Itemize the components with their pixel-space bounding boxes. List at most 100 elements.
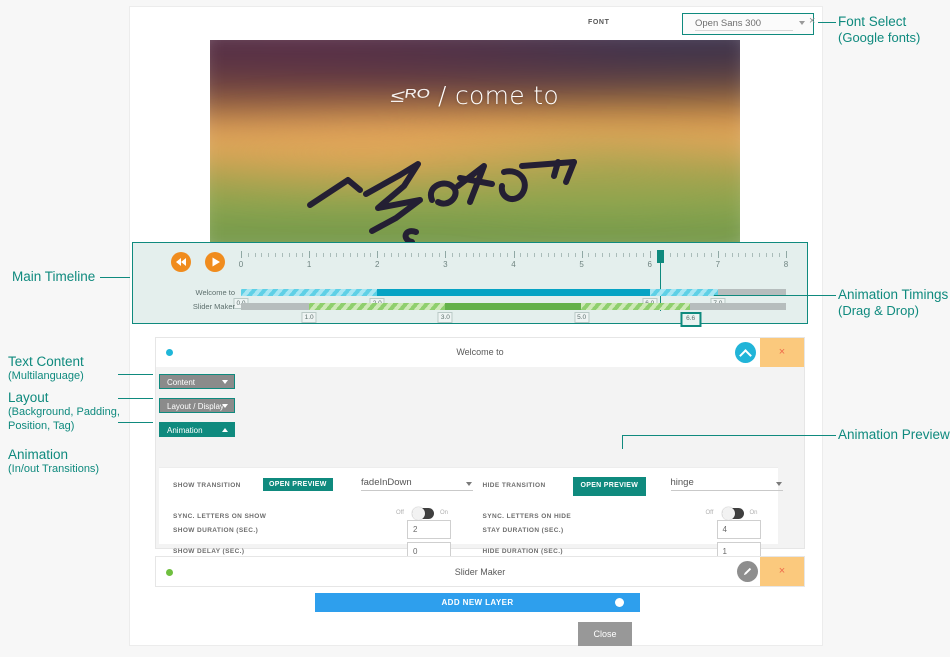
ruler-tick [343,253,345,257]
ruler-tick [315,253,317,257]
stay-duration-input[interactable]: 4 [716,520,761,539]
tab-content[interactable]: Content [159,374,235,389]
ruler-tick [554,253,556,257]
handwritten-signature-icon [307,128,648,242]
ruler-tick [561,253,563,257]
chevron-down-icon [799,21,805,25]
ruler-tick [329,253,331,257]
ruler-tick [241,251,242,258]
ruler-tick [268,253,270,257]
chevron-up-icon [739,349,752,362]
slide-preview[interactable]: ≤ᴿᴼ / come to [210,40,740,242]
delete-layer-button[interactable]: × [760,557,804,586]
font-toolbar: FONT Open Sans 300 × [130,7,822,40]
preview-headline-rest: / come to [438,81,559,110]
annotation-subtext: (Drag & Drop) [838,303,919,319]
edit-layer-button[interactable] [737,561,758,582]
track-bar[interactable] [241,303,786,310]
ruler-tick [302,253,304,257]
toggle-knob [412,507,425,520]
show-transition-preview-button[interactable]: OPEN PREVIEW [263,478,333,491]
annotation-layout: Layout (Background, Padding, Position, T… [8,390,120,433]
segment-hide[interactable] [581,303,690,310]
ruler-tick [445,251,447,258]
timing-chip[interactable]: 5.0 [574,312,590,323]
ruler-tick [397,253,399,257]
annotation-subtext: (Google fonts) [838,30,921,46]
annotation-text: Layout [8,390,49,405]
ruler-tick [261,253,263,257]
timing-chip[interactable]: 6.6 [680,312,702,327]
annotation-animation-preview: Animation Preview [838,427,950,443]
ruler-tick [608,253,610,257]
toggle-on-label: On [749,510,758,516]
timing-chip[interactable]: 1.0 [301,312,317,323]
ruler-tick [677,253,678,257]
segment-stay[interactable] [377,289,650,296]
annotation-subtext: (Background, Padding, [8,406,120,419]
font-select[interactable]: Open Sans 300 [682,13,814,35]
tab-label: Animation [167,426,203,435]
close-button[interactable]: Close [578,622,632,646]
annotation-text: Animation [8,447,69,462]
ruler-tick [472,253,474,257]
sync-letters-show-toggle[interactable] [412,507,434,520]
tab-animation[interactable]: Animation [159,422,235,437]
ruler-number: 6 [647,260,652,269]
add-new-layer-button[interactable]: ADD NEW LAYER [315,593,640,612]
timing-chip[interactable]: 3.0 [437,312,453,323]
ruler-tick [649,251,651,258]
ruler-tick [309,251,311,258]
rewind-button[interactable] [171,252,191,272]
ruler-tick [533,253,535,257]
main-timeline[interactable]: 012345678 Welcome to 0.02.06.07.0 Slider… [132,242,808,327]
segment-hide[interactable] [650,289,718,296]
layer-title: Slider Maker [454,567,506,577]
ruler-tick [697,253,699,257]
ruler-tick [786,251,787,258]
segment-show[interactable] [241,289,377,296]
ruler-tick [704,253,706,257]
plus-icon [615,598,624,607]
hide-transition-select[interactable]: hinge [670,477,783,491]
ruler-number: 7 [715,260,721,269]
segment-show[interactable] [309,303,445,310]
ruler-tick [288,253,290,257]
ruler-number: 5 [579,260,584,269]
collapse-button[interactable] [735,342,756,363]
ruler-tick [636,253,638,257]
delete-layer-button[interactable]: × [760,338,804,367]
close-icon[interactable]: × [809,15,815,27]
toggle-off-label: Off [396,510,404,516]
ruler-tick [745,253,747,257]
stay-duration-value: 4 [722,525,727,534]
chevron-down-icon [775,482,782,486]
segment-stay[interactable] [445,303,581,310]
layer-header[interactable]: Welcome to × [156,338,804,368]
ruler-tick [506,253,508,257]
ruler-number: 0 [238,260,244,269]
sync-letters-hide-toggle[interactable] [721,507,744,520]
ruler-tick [459,253,460,257]
annotation-text: Text Content [8,354,84,369]
hide-settings-column: Hide Transition OPEN PREVIEW hinge Sync.… [469,468,783,561]
timeline-ruler[interactable]: 0 1 2 3 4 5 6 7 8 [238,250,788,277]
hide-transition-preview-button[interactable]: OPEN PREVIEW [572,477,647,496]
tab-label: Layout / Display [167,402,224,411]
ruler-tick [322,253,324,257]
layer-panel-slider-maker[interactable]: Slider Maker × [155,556,805,587]
track-bar[interactable] [241,289,786,296]
chevron-down-icon [222,404,228,408]
layer-body: Content Layout / Display Animation Show … [156,367,804,561]
show-transition-select[interactable]: fadeInDown [361,477,473,491]
tab-layout-display[interactable]: Layout / Display [159,398,235,413]
ruler-tick [717,251,719,258]
toggle-on-label: On [440,510,449,516]
ruler-tick [281,253,283,257]
ruler-tick [615,253,617,257]
show-delay-value: 0 [413,547,418,556]
ruler-tick [629,253,631,257]
show-duration-input[interactable]: 2 [407,520,451,539]
font-select-value: Open Sans 300 [695,18,793,31]
play-button[interactable] [205,252,225,272]
